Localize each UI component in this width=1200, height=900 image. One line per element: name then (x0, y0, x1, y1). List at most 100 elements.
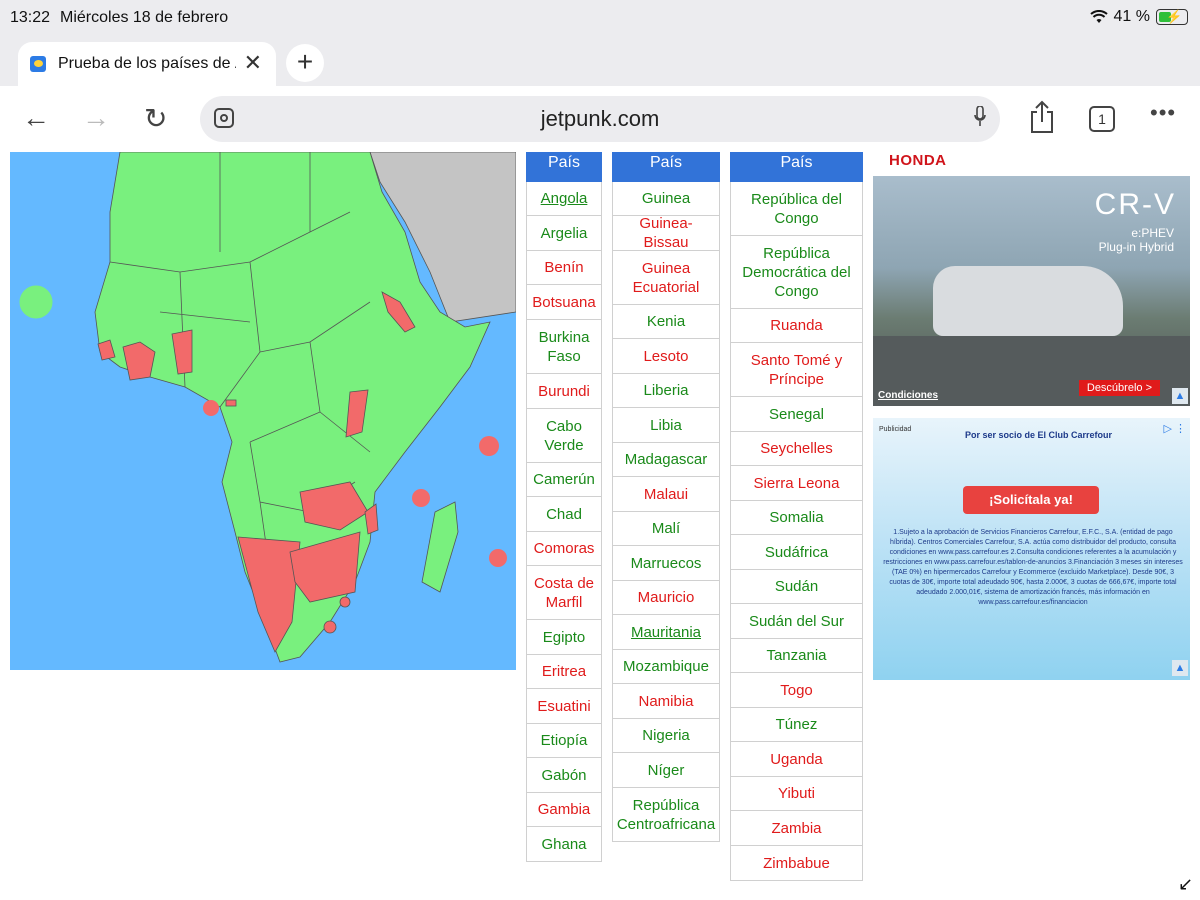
battery-percent: 41 % (1113, 8, 1150, 25)
country-cell: Tanzania (730, 639, 863, 673)
country-name: Yibuti (778, 785, 815, 802)
browser-toolbar: ← → ↻ jetpunk.com 1 ••• (0, 86, 1200, 152)
country-name: Guinea-Bissau (639, 215, 693, 251)
honda-logo: HONDA (889, 152, 947, 169)
country-cell: Kenia (612, 305, 720, 339)
close-tab-icon[interactable]: ✕ (244, 50, 262, 76)
status-bar: 13:22 Miércoles 18 de febrero 41 % ⚡ (0, 0, 1200, 36)
back-button[interactable]: ← (22, 102, 50, 134)
country-name: Malaui (643, 485, 689, 503)
country-cell: Sudán del Sur (730, 604, 863, 639)
country-name: Somalia (769, 509, 824, 526)
address-bar[interactable]: jetpunk.com (200, 96, 1000, 142)
country-name: República Centroafricana (616, 796, 716, 833)
country-name: Burundi (538, 382, 590, 400)
carrefour-ad[interactable]: Publicidad ▷ ⋮ Por ser socio de El Club … (873, 418, 1190, 680)
ad-info-icon[interactable]: ▲ (1172, 388, 1188, 404)
country-name: Botsuana (532, 293, 596, 311)
country-name: Mauricio (637, 589, 695, 606)
country-name: Nigeria (642, 727, 690, 744)
reload-button[interactable]: ↻ (144, 102, 167, 135)
country-name: Marruecos (630, 554, 702, 572)
honda-ad[interactable]: HONDA CR-V e:PHEV Plug-in Hybrid Descúbr… (873, 152, 1190, 406)
country-cell: Madagascar (612, 443, 720, 477)
country-cell: Guinea-Bissau (612, 215, 720, 251)
country-name: Egipto (542, 628, 586, 646)
ad-info-icon[interactable]: ▲ (1172, 660, 1188, 676)
forward-button[interactable]: → (82, 102, 110, 134)
microphone-icon[interactable] (974, 106, 986, 128)
country-name: Etiopía (540, 732, 588, 749)
column-header: País (526, 152, 602, 182)
share-icon[interactable] (1028, 100, 1056, 134)
country-cell: Etiopía (526, 724, 602, 758)
wifi-icon (1089, 10, 1108, 23)
country-cell: Camerún (526, 463, 602, 497)
country-name: Gambia (537, 801, 591, 818)
ad-cta-button[interactable]: Descúbrelo > (1078, 380, 1160, 396)
country-cell: Botsuana (526, 285, 602, 320)
ad-legal-text: 1.Sujeto a la aprobación de Servicios Fi… (883, 529, 1183, 606)
ad-conditions-link[interactable]: Condiciones (878, 390, 938, 401)
country-name: Santo Tomé y Príncipe (750, 351, 843, 388)
country-name: Túnez (775, 716, 818, 733)
country-cell: Mozambique (612, 650, 720, 684)
country-cell: Ghana (526, 827, 602, 862)
resize-handle-icon: ↙ (1178, 874, 1194, 894)
ad-subtitle-1: e:PHEV (1131, 226, 1174, 240)
country-cell: Ruanda (730, 309, 863, 343)
country-cell: Argelia (526, 216, 602, 251)
country-cell: Zimbabue (730, 846, 863, 881)
browser-tab[interactable]: Prueba de los países de África ✕ (18, 42, 276, 86)
country-cell: República Democrática del Congo (730, 236, 863, 309)
country-cell: Yibuti (730, 777, 863, 811)
country-name: Sudáfrica (764, 543, 829, 561)
country-name: Togo (780, 681, 813, 699)
new-tab-button[interactable]: + (286, 44, 324, 82)
country-name: Seychelles (760, 440, 833, 457)
country-name: Guinea (641, 190, 691, 207)
country-cell: Guinea (612, 182, 720, 216)
country-cell: Chad (526, 497, 602, 532)
country-cell: Mauricio (612, 581, 720, 615)
country-name: Tanzania (766, 647, 827, 664)
country-cell: Eritrea (526, 655, 602, 689)
country-name: Liberia (643, 382, 689, 399)
africa-map-svg (10, 152, 516, 670)
country-name: Zambia (771, 819, 822, 837)
country-name: Guinea Ecuatorial (632, 259, 700, 296)
country-name: Sierra Leona (753, 474, 840, 492)
status-icons: 41 % ⚡ (1089, 8, 1188, 26)
country-cell: Sierra Leona (730, 466, 863, 501)
country-cell: Namibia (612, 684, 720, 719)
country-cell: Togo (730, 673, 863, 708)
country-name: Benín (544, 259, 584, 276)
country-cell: Mauritania (612, 615, 720, 650)
more-menu-icon[interactable]: ••• (1150, 100, 1176, 126)
country-name: Libia (650, 416, 682, 434)
ad-headline: Por ser socio de El Club Carrefour (965, 430, 1113, 440)
country-name: Mozambique (623, 658, 709, 675)
country-name: Ghana (541, 835, 587, 853)
country-cell: Gabón (526, 758, 602, 793)
country-cell: Benín (526, 251, 602, 285)
country-cell: Seychelles (730, 432, 863, 466)
country-cell: Liberia (612, 374, 720, 408)
country-cell: Egipto (526, 620, 602, 655)
tab-count-button[interactable]: 1 (1089, 106, 1115, 132)
country-name: Mauritania (630, 623, 702, 641)
adchoices-icon[interactable]: ▷ ⋮ (1163, 422, 1186, 435)
answers-column-2: País Guinea Guinea-Bissau Guinea Ecuatoria… (612, 152, 720, 842)
ad-apply-button[interactable]: ¡Solicítala ya! (963, 486, 1099, 514)
country-name: Senegal (768, 405, 825, 423)
country-name: Malí (651, 520, 681, 537)
country-cell: Libia (612, 408, 720, 443)
country-cell: Costa de Marfil (526, 566, 602, 620)
url-text: jetpunk.com (540, 106, 660, 131)
country-name: Costa de Marfil (533, 574, 595, 611)
country-name: República Democrática del Congo (742, 244, 851, 300)
country-name: Comoras (533, 540, 595, 557)
country-cell: Marruecos (612, 546, 720, 581)
country-name: Burkina Faso (538, 328, 590, 365)
country-name: Gabón (541, 766, 587, 784)
